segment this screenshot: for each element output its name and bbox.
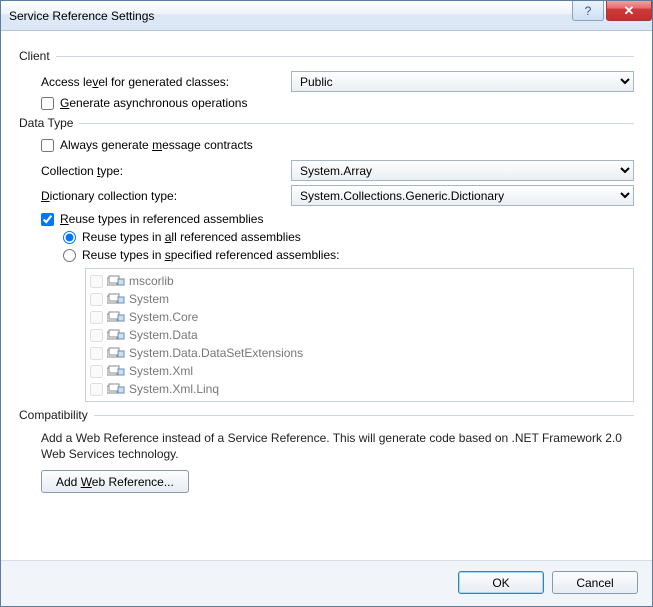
assembly-icon [107, 364, 125, 378]
reuse-specified-radio[interactable] [63, 249, 76, 262]
reuse-all-label[interactable]: Reuse types in all referenced assemblies [82, 230, 301, 244]
assembly-icon [107, 382, 125, 396]
window-title: Service Reference Settings [9, 9, 572, 23]
dialog-body: Client Access level for generated classe… [1, 31, 652, 560]
access-level-select[interactable]: Public [291, 71, 634, 92]
close-icon: ✕ [624, 3, 635, 19]
assembly-item[interactable]: System.Data.DataSetExtensions [90, 344, 629, 362]
assembly-item[interactable]: System.Xml.Linq [90, 380, 629, 398]
assemblies-listbox[interactable]: mscorlib System System.Core System.Data Syst… [85, 268, 634, 402]
group-label: Data Type [19, 116, 73, 130]
assembly-icon [107, 274, 125, 288]
assembly-checkbox [90, 293, 103, 306]
assembly-icon [107, 310, 125, 324]
ok-button[interactable]: OK [458, 571, 544, 594]
assembly-item[interactable]: System [90, 290, 629, 308]
reuse-all-radio[interactable] [63, 231, 76, 244]
dictionary-type-label: Dictionary collection type: [41, 189, 291, 203]
assembly-item[interactable]: System.Core [90, 308, 629, 326]
assembly-checkbox [90, 347, 103, 360]
divider [56, 56, 634, 57]
always-generate-msg-checkbox[interactable] [41, 139, 54, 152]
assembly-name: mscorlib [129, 274, 174, 288]
help-button[interactable]: ? [572, 1, 604, 21]
always-generate-msg-label[interactable]: Always generate message contracts [60, 138, 253, 152]
title-bar: Service Reference Settings ? ✕ [1, 1, 652, 31]
group-header-compat: Compatibility [19, 408, 634, 422]
group-header-datatype: Data Type [19, 116, 634, 130]
assembly-name: System.Core [129, 310, 198, 324]
dialog-footer: OK Cancel [1, 560, 652, 606]
assembly-icon [107, 292, 125, 306]
group-header-client: Client [19, 49, 634, 63]
divider [79, 123, 634, 124]
access-level-label: Access level for generated classes: [41, 75, 291, 89]
assembly-icon [107, 346, 125, 360]
reuse-specified-label[interactable]: Reuse types in specified referenced asse… [82, 248, 339, 262]
assembly-item[interactable]: System.Data [90, 326, 629, 344]
assembly-name: System.Xml.Linq [129, 382, 219, 396]
assembly-name: System.Data.DataSetExtensions [129, 346, 303, 360]
help-icon: ? [585, 4, 592, 18]
dialog-window: Service Reference Settings ? ✕ Client Ac… [0, 0, 653, 607]
assembly-name: System.Xml [129, 364, 193, 378]
divider [94, 415, 634, 416]
assembly-name: System.Data [129, 328, 198, 342]
close-button[interactable]: ✕ [606, 1, 652, 21]
reuse-types-checkbox[interactable] [41, 213, 54, 226]
reuse-types-label[interactable]: Reuse types in referenced assemblies [60, 212, 263, 226]
collection-type-label: Collection type: [41, 164, 291, 178]
compat-text: Add a Web Reference instead of a Service… [41, 430, 634, 462]
dictionary-type-select[interactable]: System.Collections.Generic.Dictionary [291, 185, 634, 206]
assembly-icon [107, 328, 125, 342]
generate-async-label[interactable]: Generate asynchronous operations [60, 96, 247, 110]
assembly-item[interactable]: mscorlib [90, 272, 629, 290]
assembly-checkbox [90, 275, 103, 288]
assembly-name: System [129, 292, 169, 306]
assembly-checkbox [90, 329, 103, 342]
assembly-checkbox [90, 383, 103, 396]
generate-async-checkbox[interactable] [41, 97, 54, 110]
add-web-reference-button[interactable]: Add Web Reference... [41, 470, 189, 493]
group-label: Client [19, 49, 50, 63]
collection-type-select[interactable]: System.Array [291, 160, 634, 181]
group-label: Compatibility [19, 408, 88, 422]
assembly-checkbox [90, 365, 103, 378]
assembly-checkbox [90, 311, 103, 324]
assembly-item[interactable]: System.Xml [90, 362, 629, 380]
cancel-button[interactable]: Cancel [552, 571, 638, 594]
